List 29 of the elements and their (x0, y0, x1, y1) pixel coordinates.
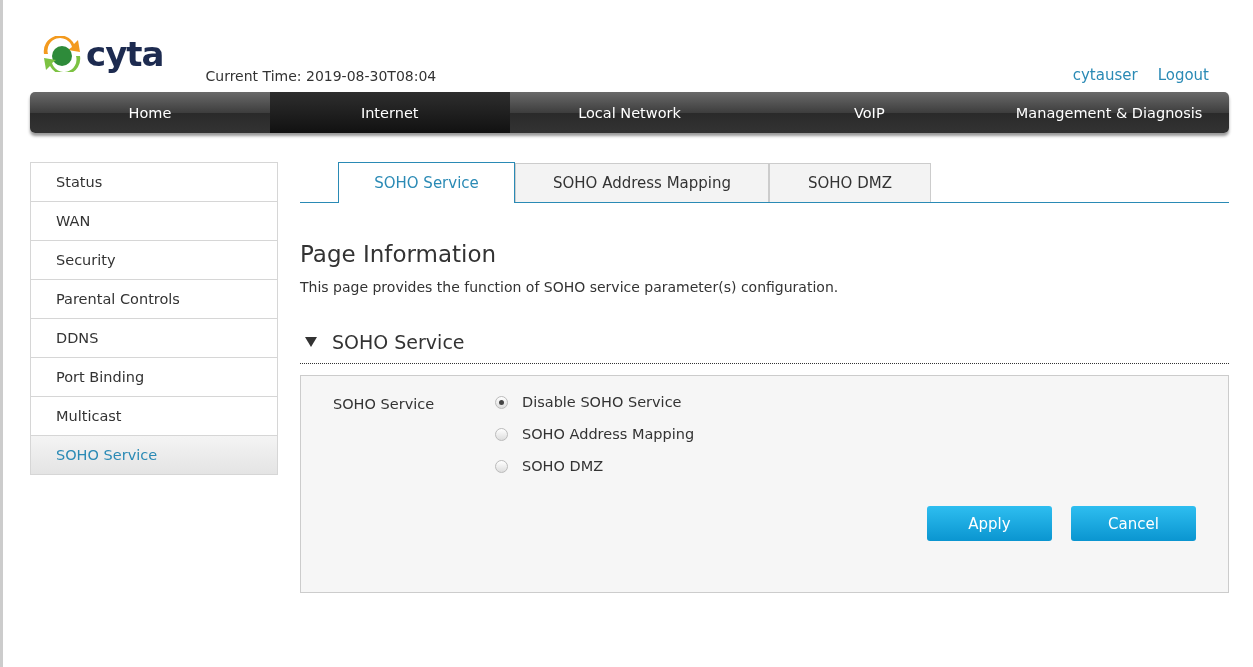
nav-tab[interactable]: Management & Diagnosis (989, 92, 1229, 133)
sidebar-item[interactable]: Port Binding (31, 357, 277, 396)
field-label: SOHO Service (333, 395, 436, 414)
current-time: Current Time: 2019-08-30T08:04 (205, 68, 437, 84)
sidebar-item[interactable]: Security (31, 240, 277, 279)
nav-tab[interactable]: Internet (269, 92, 510, 133)
sidebar-item[interactable]: DDNS (31, 318, 277, 357)
page-description: This page provides the function of SOHO service parameter(s) configuration. (300, 279, 840, 295)
section-title: SOHO Service (332, 331, 465, 353)
radio-label: SOHO Address Mapping (522, 426, 695, 442)
radio-label: SOHO DMZ (522, 458, 604, 474)
logout-link[interactable]: Logout (1157, 66, 1209, 84)
radio-button[interactable] (495, 395, 508, 409)
radio-label: Disable SOHO Service (522, 394, 682, 410)
tab[interactable]: SOHO DMZ (769, 163, 931, 202)
radio-button[interactable] (495, 427, 508, 441)
nav-tab[interactable]: Local Network (509, 92, 750, 133)
page-title: Page Information (300, 241, 498, 267)
collapse-triangle-icon[interactable] (305, 337, 317, 347)
logo: cyta (40, 34, 164, 74)
user-link[interactable]: cytauser (1072, 66, 1138, 84)
nav-tab[interactable]: VoIP (749, 92, 990, 133)
sidebar-item[interactable]: Status (31, 163, 277, 201)
sidebar-item[interactable]: WAN (31, 201, 277, 240)
sidebar-item[interactable]: Parental Controls (31, 279, 277, 318)
nav-tab[interactable]: Home (30, 92, 270, 133)
radio-button[interactable] (495, 459, 508, 473)
tab[interactable]: SOHO Address Mapping (515, 163, 769, 202)
tab[interactable]: SOHO Service (338, 162, 515, 203)
